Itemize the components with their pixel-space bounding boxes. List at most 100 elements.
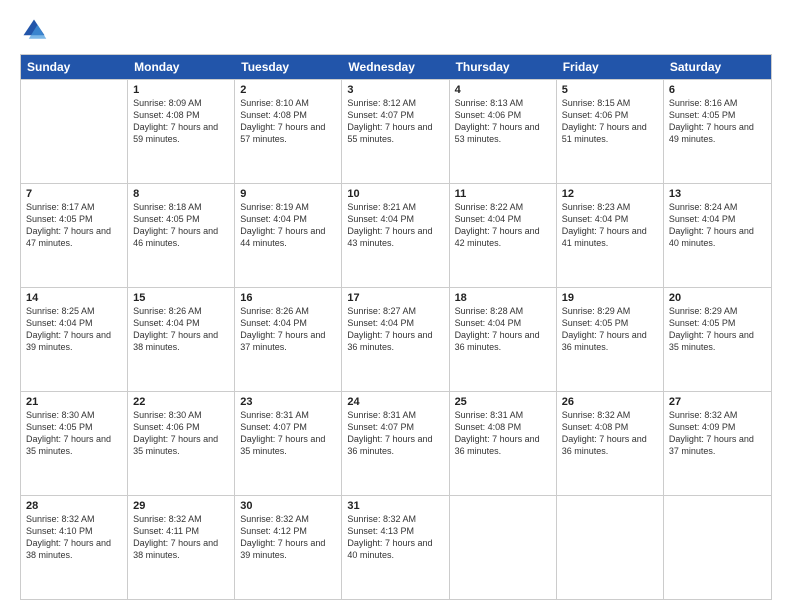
calendar-cell: 25Sunrise: 8:31 AM Sunset: 4:08 PM Dayli… — [450, 392, 557, 495]
day-number: 14 — [26, 292, 122, 304]
calendar-cell: 12Sunrise: 8:23 AM Sunset: 4:04 PM Dayli… — [557, 184, 664, 287]
calendar: SundayMondayTuesdayWednesdayThursdayFrid… — [20, 54, 772, 600]
day-info: Sunrise: 8:31 AM Sunset: 4:08 PM Dayligh… — [455, 409, 551, 458]
calendar-cell: 3Sunrise: 8:12 AM Sunset: 4:07 PM Daylig… — [342, 80, 449, 183]
header-day-wednesday: Wednesday — [342, 55, 449, 79]
calendar-cell: 9Sunrise: 8:19 AM Sunset: 4:04 PM Daylig… — [235, 184, 342, 287]
day-number: 10 — [347, 188, 443, 200]
day-number: 15 — [133, 292, 229, 304]
header-day-tuesday: Tuesday — [235, 55, 342, 79]
day-number: 31 — [347, 500, 443, 512]
calendar-cell: 15Sunrise: 8:26 AM Sunset: 4:04 PM Dayli… — [128, 288, 235, 391]
day-info: Sunrise: 8:32 AM Sunset: 4:12 PM Dayligh… — [240, 513, 336, 562]
page: SundayMondayTuesdayWednesdayThursdayFrid… — [0, 0, 792, 612]
day-info: Sunrise: 8:32 AM Sunset: 4:11 PM Dayligh… — [133, 513, 229, 562]
calendar-week-1: 1Sunrise: 8:09 AM Sunset: 4:08 PM Daylig… — [21, 79, 771, 183]
calendar-cell: 20Sunrise: 8:29 AM Sunset: 4:05 PM Dayli… — [664, 288, 771, 391]
calendar-cell: 11Sunrise: 8:22 AM Sunset: 4:04 PM Dayli… — [450, 184, 557, 287]
header-day-monday: Monday — [128, 55, 235, 79]
calendar-cell: 27Sunrise: 8:32 AM Sunset: 4:09 PM Dayli… — [664, 392, 771, 495]
calendar-cell: 7Sunrise: 8:17 AM Sunset: 4:05 PM Daylig… — [21, 184, 128, 287]
calendar-cell: 6Sunrise: 8:16 AM Sunset: 4:05 PM Daylig… — [664, 80, 771, 183]
day-info: Sunrise: 8:09 AM Sunset: 4:08 PM Dayligh… — [133, 97, 229, 146]
calendar-cell: 8Sunrise: 8:18 AM Sunset: 4:05 PM Daylig… — [128, 184, 235, 287]
day-number: 6 — [669, 84, 766, 96]
day-number: 22 — [133, 396, 229, 408]
calendar-header: SundayMondayTuesdayWednesdayThursdayFrid… — [21, 55, 771, 79]
day-info: Sunrise: 8:13 AM Sunset: 4:06 PM Dayligh… — [455, 97, 551, 146]
day-info: Sunrise: 8:32 AM Sunset: 4:08 PM Dayligh… — [562, 409, 658, 458]
calendar-cell: 19Sunrise: 8:29 AM Sunset: 4:05 PM Dayli… — [557, 288, 664, 391]
day-number: 24 — [347, 396, 443, 408]
day-number: 17 — [347, 292, 443, 304]
day-number: 19 — [562, 292, 658, 304]
day-number: 30 — [240, 500, 336, 512]
calendar-cell — [450, 496, 557, 599]
day-number: 18 — [455, 292, 551, 304]
day-info: Sunrise: 8:12 AM Sunset: 4:07 PM Dayligh… — [347, 97, 443, 146]
calendar-cell: 17Sunrise: 8:27 AM Sunset: 4:04 PM Dayli… — [342, 288, 449, 391]
calendar-cell: 5Sunrise: 8:15 AM Sunset: 4:06 PM Daylig… — [557, 80, 664, 183]
day-info: Sunrise: 8:26 AM Sunset: 4:04 PM Dayligh… — [133, 305, 229, 354]
calendar-cell: 10Sunrise: 8:21 AM Sunset: 4:04 PM Dayli… — [342, 184, 449, 287]
day-info: Sunrise: 8:16 AM Sunset: 4:05 PM Dayligh… — [669, 97, 766, 146]
calendar-cell: 28Sunrise: 8:32 AM Sunset: 4:10 PM Dayli… — [21, 496, 128, 599]
calendar-week-4: 21Sunrise: 8:30 AM Sunset: 4:05 PM Dayli… — [21, 391, 771, 495]
calendar-cell: 1Sunrise: 8:09 AM Sunset: 4:08 PM Daylig… — [128, 80, 235, 183]
calendar-body: 1Sunrise: 8:09 AM Sunset: 4:08 PM Daylig… — [21, 79, 771, 599]
calendar-cell: 29Sunrise: 8:32 AM Sunset: 4:11 PM Dayli… — [128, 496, 235, 599]
calendar-cell: 14Sunrise: 8:25 AM Sunset: 4:04 PM Dayli… — [21, 288, 128, 391]
day-number: 2 — [240, 84, 336, 96]
day-info: Sunrise: 8:22 AM Sunset: 4:04 PM Dayligh… — [455, 201, 551, 250]
calendar-cell: 31Sunrise: 8:32 AM Sunset: 4:13 PM Dayli… — [342, 496, 449, 599]
calendar-cell: 4Sunrise: 8:13 AM Sunset: 4:06 PM Daylig… — [450, 80, 557, 183]
day-info: Sunrise: 8:21 AM Sunset: 4:04 PM Dayligh… — [347, 201, 443, 250]
day-info: Sunrise: 8:24 AM Sunset: 4:04 PM Dayligh… — [669, 201, 766, 250]
logo — [20, 16, 50, 44]
day-info: Sunrise: 8:28 AM Sunset: 4:04 PM Dayligh… — [455, 305, 551, 354]
day-number: 16 — [240, 292, 336, 304]
logo-icon — [20, 16, 48, 44]
calendar-cell: 23Sunrise: 8:31 AM Sunset: 4:07 PM Dayli… — [235, 392, 342, 495]
day-info: Sunrise: 8:15 AM Sunset: 4:06 PM Dayligh… — [562, 97, 658, 146]
day-number: 11 — [455, 188, 551, 200]
header-day-saturday: Saturday — [664, 55, 771, 79]
day-info: Sunrise: 8:25 AM Sunset: 4:04 PM Dayligh… — [26, 305, 122, 354]
day-number: 8 — [133, 188, 229, 200]
day-info: Sunrise: 8:26 AM Sunset: 4:04 PM Dayligh… — [240, 305, 336, 354]
day-number: 13 — [669, 188, 766, 200]
day-info: Sunrise: 8:29 AM Sunset: 4:05 PM Dayligh… — [669, 305, 766, 354]
day-number: 28 — [26, 500, 122, 512]
day-number: 5 — [562, 84, 658, 96]
day-info: Sunrise: 8:23 AM Sunset: 4:04 PM Dayligh… — [562, 201, 658, 250]
day-number: 27 — [669, 396, 766, 408]
calendar-week-5: 28Sunrise: 8:32 AM Sunset: 4:10 PM Dayli… — [21, 495, 771, 599]
day-info: Sunrise: 8:17 AM Sunset: 4:05 PM Dayligh… — [26, 201, 122, 250]
day-info: Sunrise: 8:31 AM Sunset: 4:07 PM Dayligh… — [347, 409, 443, 458]
calendar-cell — [664, 496, 771, 599]
calendar-cell — [557, 496, 664, 599]
day-info: Sunrise: 8:10 AM Sunset: 4:08 PM Dayligh… — [240, 97, 336, 146]
header-day-sunday: Sunday — [21, 55, 128, 79]
day-number: 12 — [562, 188, 658, 200]
calendar-cell: 30Sunrise: 8:32 AM Sunset: 4:12 PM Dayli… — [235, 496, 342, 599]
calendar-cell: 26Sunrise: 8:32 AM Sunset: 4:08 PM Dayli… — [557, 392, 664, 495]
calendar-cell: 22Sunrise: 8:30 AM Sunset: 4:06 PM Dayli… — [128, 392, 235, 495]
calendar-cell: 13Sunrise: 8:24 AM Sunset: 4:04 PM Dayli… — [664, 184, 771, 287]
calendar-cell: 16Sunrise: 8:26 AM Sunset: 4:04 PM Dayli… — [235, 288, 342, 391]
calendar-cell: 18Sunrise: 8:28 AM Sunset: 4:04 PM Dayli… — [450, 288, 557, 391]
calendar-cell: 2Sunrise: 8:10 AM Sunset: 4:08 PM Daylig… — [235, 80, 342, 183]
day-info: Sunrise: 8:27 AM Sunset: 4:04 PM Dayligh… — [347, 305, 443, 354]
day-info: Sunrise: 8:29 AM Sunset: 4:05 PM Dayligh… — [562, 305, 658, 354]
day-number: 1 — [133, 84, 229, 96]
day-info: Sunrise: 8:18 AM Sunset: 4:05 PM Dayligh… — [133, 201, 229, 250]
day-number: 23 — [240, 396, 336, 408]
day-info: Sunrise: 8:30 AM Sunset: 4:06 PM Dayligh… — [133, 409, 229, 458]
day-info: Sunrise: 8:32 AM Sunset: 4:09 PM Dayligh… — [669, 409, 766, 458]
calendar-cell — [21, 80, 128, 183]
day-info: Sunrise: 8:31 AM Sunset: 4:07 PM Dayligh… — [240, 409, 336, 458]
calendar-week-3: 14Sunrise: 8:25 AM Sunset: 4:04 PM Dayli… — [21, 287, 771, 391]
day-number: 25 — [455, 396, 551, 408]
header — [20, 16, 772, 44]
day-number: 20 — [669, 292, 766, 304]
